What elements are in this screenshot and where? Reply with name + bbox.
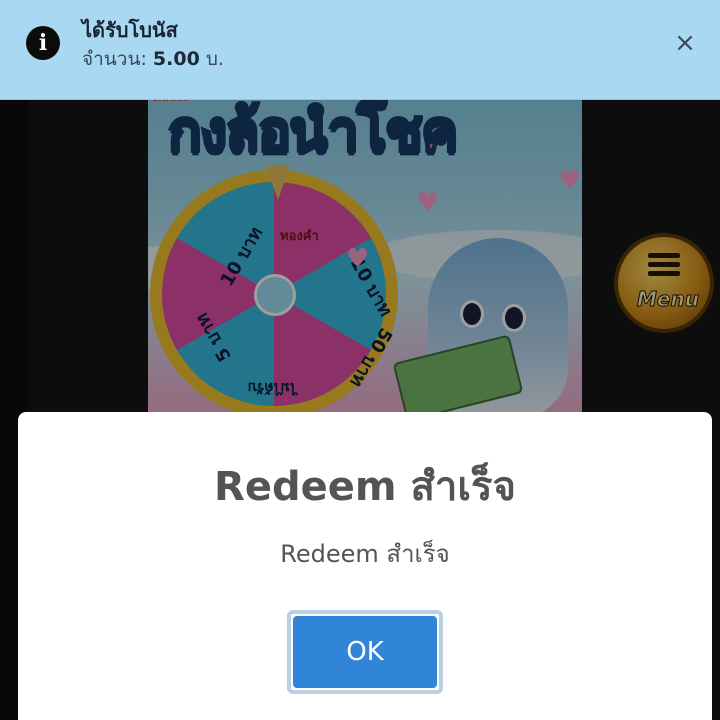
dialog-title: Redeem สำเร็จ [214,464,516,510]
notification-amount: จำนวน: 5.00 บ. [82,44,224,74]
ok-button[interactable]: OK [287,610,443,694]
info-icon: i [26,26,60,60]
amount-value: 5.00 [152,48,200,70]
notification-title: ได้รับโบนัส [82,18,178,42]
close-icon[interactable]: × [670,28,700,58]
redeem-success-dialog: Redeem สำเร็จ Redeem สำเร็จ OK [18,412,712,720]
bonus-notification: i ได้รับโบนัส จำนวน: 5.00 บ. × [0,0,720,100]
ok-button-label: OK [293,616,437,688]
amount-unit: บ. [205,48,224,70]
dialog-message: Redeem สำเร็จ [280,540,450,568]
amount-label: จำนวน: [82,48,147,70]
